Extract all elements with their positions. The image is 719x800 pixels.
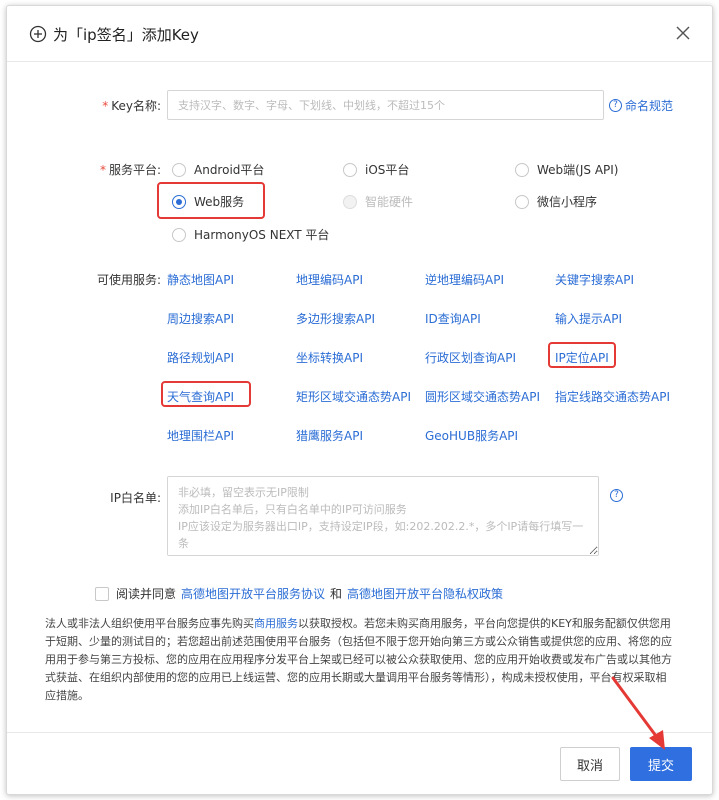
privacy-policy-link[interactable]: 高德地图开放平台隐私权政策 bbox=[347, 585, 503, 602]
close-icon[interactable] bbox=[672, 22, 694, 44]
radio-circle bbox=[515, 194, 529, 209]
platform-label: * 服务平台: bbox=[99, 163, 161, 177]
agree-checkbox[interactable] bbox=[95, 586, 109, 601]
service-geohub-api[interactable]: GeoHUB服务API bbox=[425, 427, 518, 444]
commercial-service-link[interactable]: 商用服务 bbox=[254, 617, 298, 630]
service-geocoding-api[interactable]: 地理编码API bbox=[296, 271, 363, 288]
service-geofence-api[interactable]: 地理围栏API bbox=[167, 427, 234, 444]
service-coordinate-convert-api[interactable]: 坐标转换API bbox=[296, 349, 363, 366]
service-around-search-api[interactable]: 周边搜索API bbox=[167, 310, 234, 327]
ip-whitelist-label: IP白名单: bbox=[110, 491, 161, 505]
service-ip-location-api[interactable]: IP定位API bbox=[555, 349, 609, 366]
radio-android[interactable]: Android平台 bbox=[172, 161, 264, 178]
service-district-query-api[interactable]: 行政区划查询API bbox=[425, 349, 516, 366]
radio-smart-hardware: 智能硬件 bbox=[343, 193, 413, 210]
service-route-planning-api[interactable]: 路径规划API bbox=[167, 349, 234, 366]
dialog-footer: 取消 提交 bbox=[7, 732, 712, 794]
submit-button[interactable]: 提交 bbox=[630, 747, 692, 781]
cancel-button[interactable]: 取消 bbox=[560, 747, 620, 781]
service-weather-api[interactable]: 天气查询API bbox=[167, 388, 234, 405]
service-keyword-search-api[interactable]: 关键字搜索API bbox=[555, 271, 634, 288]
service-falcon-api[interactable]: 猎鹰服务API bbox=[296, 427, 363, 444]
radio-circle bbox=[515, 162, 529, 177]
question-circle-icon[interactable]: ? bbox=[610, 489, 623, 502]
service-polygon-search-api[interactable]: 多边形搜索API bbox=[296, 310, 375, 327]
service-id-query-api[interactable]: ID查询API bbox=[425, 310, 481, 327]
service-input-tips-api[interactable]: 输入提示API bbox=[555, 310, 622, 327]
radio-harmonyos-next[interactable]: HarmonyOS NEXT 平台 bbox=[172, 226, 329, 243]
ip-whitelist-textarea[interactable] bbox=[167, 476, 599, 556]
dialog-title: 为「ip签名」添加Key bbox=[53, 26, 199, 44]
service-static-map-api[interactable]: 静态地图API bbox=[167, 271, 234, 288]
radio-wechat-mini-program[interactable]: 微信小程序 bbox=[515, 193, 597, 210]
service-agreement-link[interactable]: 高德地图开放平台服务协议 bbox=[181, 585, 325, 602]
dialog-header: 为「ip签名」添加Key bbox=[7, 6, 712, 62]
radio-circle bbox=[343, 194, 357, 209]
service-rect-traffic-api[interactable]: 矩形区域交通态势API bbox=[296, 388, 411, 405]
agreement-row: 阅读并同意 高德地图开放平台服务协议 和 高德地图开放平台隐私权政策 bbox=[95, 585, 503, 602]
commercial-notice: 法人或非法人组织使用平台服务应事先购买商用服务以获取授权。若您未购买商用服务，平… bbox=[45, 617, 672, 702]
radio-circle bbox=[343, 162, 357, 177]
radio-ios[interactable]: iOS平台 bbox=[343, 161, 409, 178]
service-circle-traffic-api[interactable]: 圆形区域交通态势API bbox=[425, 388, 540, 405]
service-reverse-geocoding-api[interactable]: 逆地理编码API bbox=[425, 271, 504, 288]
service-line-traffic-api[interactable]: 指定线路交通态势API bbox=[555, 388, 670, 405]
radio-web-service[interactable]: Web服务 bbox=[172, 193, 244, 210]
naming-rules-link[interactable]: ? 命名规范 bbox=[609, 97, 673, 114]
key-name-input[interactable] bbox=[167, 90, 604, 120]
question-circle-icon: ? bbox=[609, 99, 622, 112]
radio-circle bbox=[172, 162, 186, 177]
key-name-label: * Key名称: bbox=[102, 99, 161, 113]
services-label: 可使用服务: bbox=[96, 273, 161, 287]
radio-web-js-api[interactable]: Web端(JS API) bbox=[515, 161, 618, 178]
radio-circle bbox=[172, 194, 186, 209]
radio-circle bbox=[172, 227, 186, 242]
add-key-dialog: 为「ip签名」添加Key *Key名称: ? 命名规范 *服务平台: Andro… bbox=[6, 5, 713, 795]
plus-circle-icon bbox=[29, 25, 47, 43]
